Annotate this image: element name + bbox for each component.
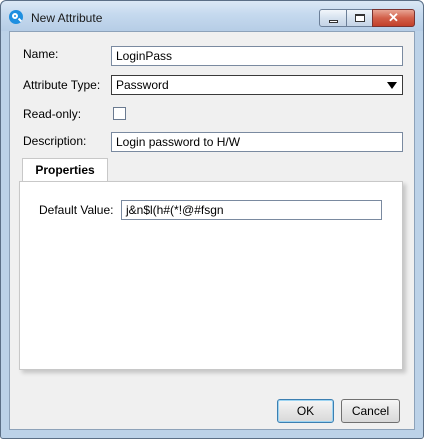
cancel-button[interactable]: Cancel (341, 399, 400, 423)
title-bar[interactable]: New Attribute ✕ (1, 1, 423, 31)
minimize-button[interactable] (319, 9, 347, 27)
window-title: New Attribute (31, 11, 103, 25)
close-button[interactable]: ✕ (372, 9, 415, 27)
name-field[interactable]: LoginPass (111, 46, 403, 66)
name-label: Name: (23, 47, 59, 61)
default-value-field[interactable]: j&n$l(h#(*!@#fsgn (121, 200, 382, 220)
tab-properties[interactable]: Properties (22, 158, 108, 182)
read-only-checkbox[interactable] (113, 107, 126, 120)
minimize-icon (329, 20, 338, 23)
chevron-down-icon (387, 82, 397, 89)
maximize-button[interactable] (346, 9, 373, 27)
description-field[interactable]: Login password to H/W (111, 132, 403, 152)
close-icon: ✕ (388, 10, 399, 25)
app-logo-icon (9, 10, 23, 24)
dialog-body: Name: LoginPass Attribute Type: Password… (9, 31, 415, 430)
properties-panel: Default Value: j&n$l(h#(*!@#fsgn (19, 181, 403, 370)
attribute-type-label: Attribute Type: (23, 78, 101, 92)
description-label: Description: (23, 134, 87, 148)
dialog-window: New Attribute ✕ Name: LoginPass Attribut… (0, 0, 424, 439)
default-value-label: Default Value: (39, 203, 114, 217)
read-only-label: Read-only: (23, 107, 82, 121)
attribute-type-value: Password (116, 78, 169, 92)
maximize-icon (355, 14, 365, 22)
attribute-type-select[interactable]: Password (111, 75, 403, 95)
ok-button[interactable]: OK (277, 399, 334, 423)
